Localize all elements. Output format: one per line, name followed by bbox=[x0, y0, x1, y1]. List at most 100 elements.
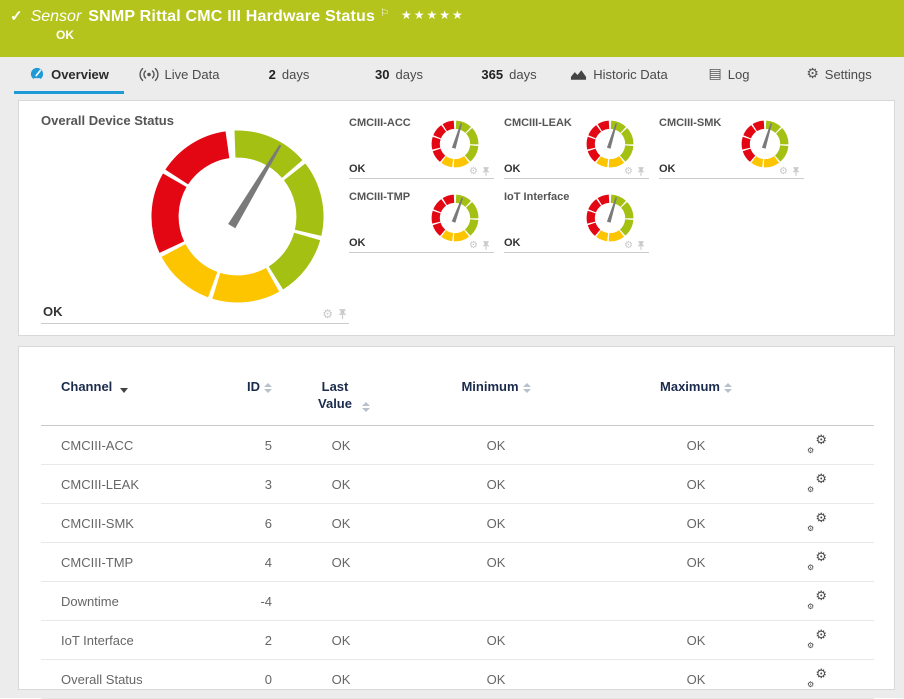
channel-minimum: OK bbox=[396, 463, 596, 504]
list-icon: ▤ bbox=[708, 66, 722, 82]
sensor-header: ✓ Sensor SNMP Rittal CMC III Hardware St… bbox=[0, 0, 904, 57]
tile-status: OK bbox=[504, 237, 521, 249]
gauges-panel: Overall Device Status OK ⚙ CMCIII-ACC OK… bbox=[18, 100, 895, 336]
gear-icon[interactable]: ⚙ bbox=[779, 166, 788, 177]
channel-id: 0 bbox=[226, 658, 286, 699]
pin-icon[interactable] bbox=[637, 166, 645, 177]
gear-icon[interactable]: ⚙ bbox=[469, 240, 478, 251]
tab-label: days bbox=[395, 66, 423, 82]
channel-gauge bbox=[586, 120, 634, 168]
tab-historic-data[interactable]: Historic Data bbox=[564, 57, 674, 94]
channels-table: Channel ID Last Value Minimum Maximum CM… bbox=[41, 373, 874, 699]
table-row: IoT Interface 2 OK OK OK ⚙ ⚙ bbox=[41, 619, 874, 660]
channel-gauge-tile: IoT Interface OK ⚙ bbox=[504, 189, 649, 253]
table-row: Downtime -4 ⚙ ⚙ bbox=[41, 580, 874, 621]
channel-name[interactable]: Overall Status bbox=[41, 658, 226, 699]
overall-status-tile: Overall Device Status OK ⚙ bbox=[41, 113, 349, 324]
channel-name[interactable]: IoT Interface bbox=[41, 619, 226, 660]
channel-gauge bbox=[741, 120, 789, 168]
channel-gauge bbox=[431, 194, 479, 242]
tab-label: days bbox=[281, 66, 310, 82]
channel-last-value: OK bbox=[286, 502, 396, 543]
sort-arrows-icon bbox=[264, 383, 272, 393]
channel-settings-gears-icon[interactable]: ⚙ ⚙ bbox=[807, 628, 827, 650]
channel-name[interactable]: CMCIII-SMK bbox=[41, 502, 226, 543]
channel-settings-gears-icon[interactable]: ⚙ ⚙ bbox=[807, 550, 827, 572]
object-kind-label: Sensor bbox=[30, 8, 82, 25]
pin-icon[interactable] bbox=[792, 166, 800, 177]
channel-last-value: OK bbox=[286, 463, 396, 504]
tab-30-days[interactable]: 30 days bbox=[344, 57, 454, 94]
channel-gauge-tile: CMCIII-SMK OK ⚙ bbox=[659, 115, 804, 179]
channel-last-value: OK bbox=[331, 437, 351, 453]
channel-maximum: OK bbox=[596, 463, 796, 504]
column-label: ID bbox=[247, 379, 260, 394]
tab-label: Log bbox=[727, 66, 750, 82]
channel-maximum: OK bbox=[596, 541, 796, 582]
column-header-last-value[interactable]: Last Value bbox=[286, 373, 396, 426]
table-row: Overall Status 0 OK OK OK ⚙ ⚙ bbox=[41, 658, 874, 699]
flag-icon[interactable]: ⚐ bbox=[380, 8, 389, 19]
channel-gauge-tile: CMCIII-LEAK OK ⚙ bbox=[504, 115, 649, 179]
pin-icon[interactable] bbox=[637, 240, 645, 251]
pin-icon[interactable] bbox=[338, 308, 347, 320]
table-row: CMCIII-TMP 4 OK OK OK ⚙ ⚙ bbox=[41, 541, 874, 582]
tab-settings[interactable]: ⚙ Settings bbox=[784, 57, 894, 94]
channel-id: -4 bbox=[226, 580, 286, 621]
channel-id: 6 bbox=[226, 502, 286, 543]
gear-icon[interactable]: ⚙ bbox=[624, 240, 633, 251]
tab-log[interactable]: ▤ Log bbox=[674, 57, 784, 94]
channel-id: 5 bbox=[264, 437, 272, 453]
tile-status: OK bbox=[349, 163, 366, 175]
channel-maximum: OK bbox=[596, 658, 796, 699]
tab-live-data[interactable]: Live Data bbox=[124, 57, 234, 94]
channel-minimum: OK bbox=[396, 502, 596, 543]
column-header-channel[interactable]: Channel bbox=[41, 373, 226, 426]
channel-name[interactable]: CMCIII-ACC bbox=[41, 425, 226, 464]
gear-icon[interactable]: ⚙ bbox=[624, 166, 633, 177]
channel-minimum bbox=[396, 580, 596, 621]
table-row: CMCIII-ACC 5 OK OK OK ⚙ ⚙ bbox=[41, 425, 874, 464]
gear-icon[interactable]: ⚙ bbox=[322, 308, 333, 320]
tile-status: OK bbox=[43, 304, 63, 319]
channel-maximum bbox=[596, 580, 796, 621]
column-label: Minimum bbox=[461, 379, 519, 394]
channel-settings-gears-icon[interactable]: ⚙ ⚙ bbox=[807, 511, 827, 533]
gear-icon[interactable]: ⚙ bbox=[469, 166, 478, 177]
channel-name[interactable]: CMCIII-LEAK bbox=[41, 463, 226, 504]
channel-settings-gears-icon[interactable]: ⚙ ⚙ bbox=[807, 667, 827, 689]
sort-arrows-icon bbox=[362, 401, 370, 412]
tab-overview[interactable]: Overview bbox=[14, 57, 124, 94]
channel-maximum: OK bbox=[596, 619, 796, 660]
channel-minimum: OK bbox=[396, 658, 596, 699]
priority-stars[interactable]: ★★★★★ bbox=[401, 8, 465, 22]
channel-settings-gears-icon[interactable]: ⚙ ⚙ bbox=[807, 472, 827, 494]
tab-label: Historic Data bbox=[593, 66, 668, 82]
channel-settings-gears-icon[interactable]: ⚙ ⚙ bbox=[807, 433, 827, 455]
status-check-icon: ✓ bbox=[10, 8, 23, 25]
tab-bar: Overview Live Data 2 days 30 days 365 da… bbox=[0, 57, 904, 94]
gauge-icon bbox=[30, 67, 44, 81]
channel-name[interactable]: Downtime bbox=[41, 580, 226, 621]
overall-status-gauge bbox=[151, 130, 324, 303]
column-label: Last Value bbox=[318, 379, 352, 411]
column-label: Channel bbox=[61, 379, 113, 394]
channel-minimum: OK bbox=[396, 619, 596, 660]
pin-icon[interactable] bbox=[482, 240, 490, 251]
channel-settings-gears-icon[interactable]: ⚙ ⚙ bbox=[807, 589, 827, 611]
channel-name[interactable]: CMCIII-TMP bbox=[41, 541, 226, 582]
column-header-minimum[interactable]: Minimum bbox=[396, 373, 596, 426]
pin-icon[interactable] bbox=[482, 166, 490, 177]
column-header-maximum[interactable]: Maximum bbox=[596, 373, 796, 426]
tab-365-days[interactable]: 365 days bbox=[454, 57, 564, 94]
tile-status: OK bbox=[659, 163, 676, 175]
table-row: CMCIII-LEAK 3 OK OK OK ⚙ ⚙ bbox=[41, 463, 874, 504]
page-title: SNMP Rittal CMC III Hardware Status bbox=[88, 8, 376, 25]
channel-id: 3 bbox=[226, 463, 286, 504]
area-chart-icon bbox=[571, 69, 587, 80]
tab-label: days bbox=[509, 66, 537, 82]
column-header-id[interactable]: ID bbox=[226, 373, 286, 426]
channel-gauge-tile: CMCIII-ACC OK ⚙ bbox=[349, 115, 494, 179]
sort-arrows-icon bbox=[522, 383, 531, 393]
tab-2-days[interactable]: 2 days bbox=[234, 57, 344, 94]
